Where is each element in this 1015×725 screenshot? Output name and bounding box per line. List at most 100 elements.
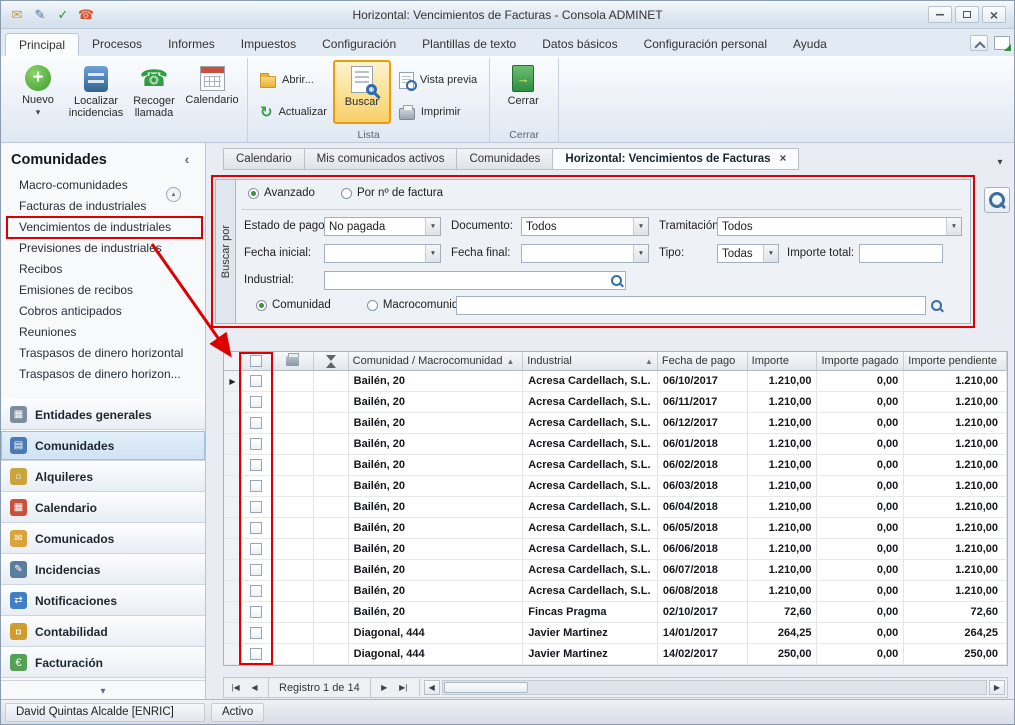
nav-button[interactable]: Entidades generales — [1, 399, 205, 430]
cell-importe[interactable]: 1.210,00 — [748, 581, 818, 601]
row-checkbox-cell[interactable] — [242, 476, 272, 496]
sidebar-item[interactable]: Cobros anticipados — [7, 301, 202, 322]
estado-pago-select[interactable]: No pagada — [324, 217, 441, 236]
abrir-button[interactable]: Abrir... — [256, 70, 331, 90]
cell-comunidad[interactable]: Bailén, 20 — [349, 476, 524, 496]
cell-pagado[interactable]: 0,00 — [817, 644, 904, 664]
nav-button[interactable]: Comunidades — [1, 430, 205, 461]
sidebar-item[interactable]: Traspasos de dinero horizontal — [7, 343, 202, 364]
header-fecha[interactable]: Fecha de pago — [658, 352, 748, 370]
ribbon-tab[interactable]: Procesos — [79, 33, 155, 56]
chevron-down-icon[interactable] — [763, 245, 778, 262]
row-checkbox[interactable] — [250, 459, 262, 471]
table-row[interactable]: Bailén, 20 Acresa Cardellach, S.L. 06/04… — [224, 497, 1007, 518]
ribbon-tab[interactable]: Impuestos — [228, 33, 309, 56]
cell-pendiente[interactable]: 1.210,00 — [904, 497, 1007, 517]
minimize-button[interactable] — [928, 6, 952, 23]
radio-avanzado[interactable]: Avanzado — [248, 187, 315, 199]
nuevo-button[interactable]: Nuevo — [9, 60, 67, 124]
collapse-ribbon-icon[interactable] — [970, 35, 988, 51]
cell-comunidad[interactable]: Bailén, 20 — [349, 455, 524, 475]
cell-fecha[interactable]: 14/01/2017 — [658, 623, 748, 643]
cell-pendiente[interactable]: 1.210,00 — [904, 518, 1007, 538]
table-row[interactable]: Bailén, 20 Acresa Cardellach, S.L. 06/03… — [224, 476, 1007, 497]
tramitacion-select[interactable]: Todos — [717, 217, 962, 236]
cell-industrial[interactable]: Acresa Cardellach, S.L. — [523, 518, 658, 538]
nav-button[interactable]: Contabilidad — [1, 616, 205, 647]
cell-industrial[interactable]: Acresa Cardellach, S.L. — [523, 434, 658, 454]
table-row[interactable]: Bailén, 20 Acresa Cardellach, S.L. 06/08… — [224, 581, 1007, 602]
cell-importe[interactable]: 1.210,00 — [748, 497, 818, 517]
chevron-down-icon[interactable] — [633, 218, 648, 235]
cell-industrial[interactable]: Acresa Cardellach, S.L. — [523, 581, 658, 601]
cell-pagado[interactable]: 0,00 — [817, 602, 904, 622]
sidebar-item[interactable]: Traspasos de dinero horizon... — [7, 364, 202, 385]
cell-fecha[interactable]: 06/07/2018 — [658, 560, 748, 580]
table-row[interactable]: Diagonal, 444 Javier Martinez 14/02/2017… — [224, 644, 1007, 665]
cell-comunidad[interactable]: Bailén, 20 — [349, 434, 524, 454]
header-industrial[interactable]: Industrial▲ — [523, 352, 658, 370]
row-checkbox-cell[interactable] — [242, 392, 272, 412]
cell-industrial[interactable]: Acresa Cardellach, S.L. — [523, 497, 658, 517]
scrollbar-thumb[interactable] — [444, 682, 528, 693]
localizar-incidencias-button[interactable]: Localizar incidencias — [67, 60, 125, 124]
recoger-llamada-button[interactable]: Recoger llamada — [125, 60, 183, 124]
cell-pendiente[interactable]: 1.210,00 — [904, 392, 1007, 412]
nav-button[interactable]: Calendario — [1, 492, 205, 523]
row-checkbox-cell[interactable] — [242, 413, 272, 433]
call-icon[interactable] — [78, 7, 94, 23]
cell-pagado[interactable]: 0,00 — [817, 539, 904, 559]
radio-comunidad[interactable]: Comunidad — [256, 299, 331, 311]
cell-pagado[interactable]: 0,00 — [817, 497, 904, 517]
nav-button[interactable]: Incidencias — [1, 554, 205, 585]
sidebar-item[interactable]: Previsiones de industriales — [7, 238, 202, 259]
row-checkbox-cell[interactable] — [242, 497, 272, 517]
sidebar-item[interactable]: Recibos — [7, 259, 202, 280]
nav-button[interactable]: Alquileres — [1, 461, 205, 492]
ribbon-tab[interactable]: Principal — [5, 33, 79, 56]
first-record-button[interactable] — [226, 679, 245, 696]
cell-importe[interactable]: 250,00 — [748, 644, 818, 664]
table-row[interactable]: Bailén, 20 Fincas Pragma 02/10/2017 72,6… — [224, 602, 1007, 623]
actualizar-button[interactable]: Actualizar — [256, 102, 331, 122]
status-column-header[interactable] — [314, 352, 349, 370]
cell-pagado[interactable]: 0,00 — [817, 455, 904, 475]
row-checkbox-cell[interactable] — [242, 518, 272, 538]
row-checkbox[interactable] — [250, 585, 262, 597]
document-tab[interactable]: Calendario — [223, 148, 305, 170]
row-checkbox[interactable] — [250, 627, 262, 639]
row-checkbox-cell[interactable] — [242, 371, 272, 391]
cell-pagado[interactable]: 0,00 — [817, 560, 904, 580]
cell-fecha[interactable]: 06/08/2018 — [658, 581, 748, 601]
scroll-up-icon[interactable] — [166, 187, 181, 202]
task-check-icon[interactable] — [55, 7, 71, 23]
cell-industrial[interactable]: Javier Martinez — [523, 623, 658, 643]
cell-comunidad[interactable]: Diagonal, 444 — [349, 644, 524, 664]
cell-pagado[interactable]: 0,00 — [817, 413, 904, 433]
sidebar-item[interactable]: Emisiones de recibos — [7, 280, 202, 301]
row-checkbox[interactable] — [250, 564, 262, 576]
cell-industrial[interactable]: Acresa Cardellach, S.L. — [523, 476, 658, 496]
cell-importe[interactable]: 1.210,00 — [748, 413, 818, 433]
row-checkbox[interactable] — [250, 648, 262, 660]
row-checkbox-cell[interactable] — [242, 644, 272, 664]
select-all-header[interactable] — [242, 352, 272, 370]
close-button[interactable] — [982, 6, 1006, 23]
buscar-button[interactable]: Buscar — [333, 60, 391, 124]
cell-pendiente[interactable]: 264,25 — [904, 623, 1007, 643]
radio-por-factura[interactable]: Por nº de factura — [341, 187, 443, 199]
cell-comunidad[interactable]: Bailén, 20 — [349, 497, 524, 517]
cell-fecha[interactable]: 06/11/2017 — [658, 392, 748, 412]
collapse-panel-icon[interactable] — [179, 151, 195, 169]
row-checkbox[interactable] — [250, 543, 262, 555]
print-column-header[interactable] — [272, 352, 314, 370]
cell-importe[interactable]: 1.210,00 — [748, 476, 818, 496]
cell-fecha[interactable]: 06/10/2017 — [658, 371, 748, 391]
row-checkbox-cell[interactable] — [242, 455, 272, 475]
select-all-checkbox[interactable] — [250, 355, 262, 367]
cell-pendiente[interactable]: 1.210,00 — [904, 581, 1007, 601]
table-row[interactable]: Bailén, 20 Acresa Cardellach, S.L. 06/02… — [224, 455, 1007, 476]
cell-pendiente[interactable]: 250,00 — [904, 644, 1007, 664]
header-pendiente[interactable]: Importe pendiente — [904, 352, 1007, 370]
documento-select[interactable]: Todos — [521, 217, 649, 236]
